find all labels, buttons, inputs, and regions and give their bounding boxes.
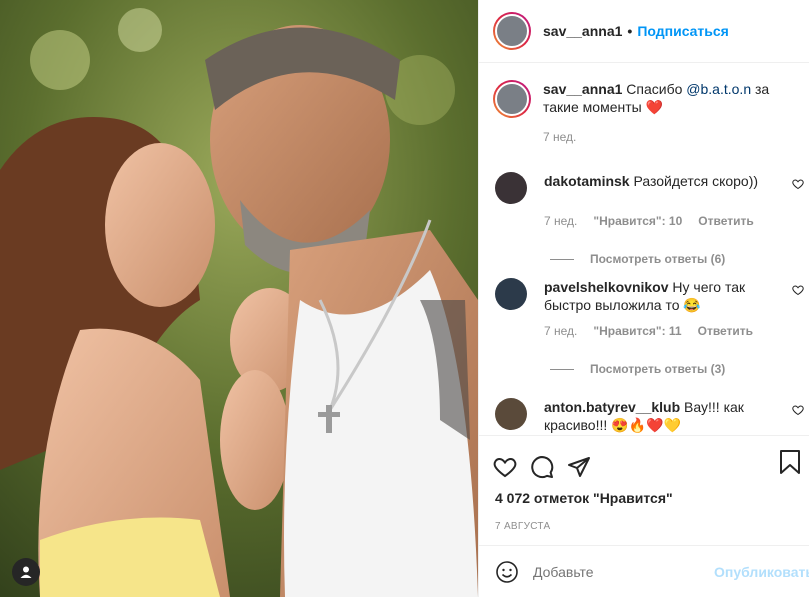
comment-item: anton.batyrev__klub Вау!!! как красиво!!… — [495, 398, 804, 434]
comment-item: dakotaminsk Разойдется скоро)) 7 нед. "Н… — [495, 172, 804, 266]
follow-button[interactable]: Подписаться — [637, 23, 729, 39]
comments-list[interactable]: sav__anna1 Спасибо @b.a.t.o.n за такие м… — [479, 64, 809, 435]
comment-composer: Опубликовать — [479, 545, 809, 597]
emoji-icon[interactable] — [495, 560, 519, 584]
comment-likes[interactable]: "Нравится": 11 — [593, 324, 681, 338]
share-icon[interactable] — [567, 455, 591, 479]
comment-age: 7 нед. — [544, 324, 578, 338]
heart-icon[interactable] — [493, 455, 517, 479]
header-separator: • — [627, 23, 633, 39]
comment-author[interactable]: dakotaminsk — [544, 173, 630, 189]
comment-avatar[interactable] — [495, 278, 527, 310]
comment-reply-button[interactable]: Ответить — [698, 214, 753, 228]
comment-avatar[interactable] — [495, 172, 527, 204]
likes-count[interactable]: 4 072 отметок "Нравится" — [479, 490, 809, 506]
bookmark-icon[interactable] — [779, 449, 801, 478]
caption-mention[interactable]: @b.a.t.o.n — [686, 81, 751, 97]
comment-reply-button[interactable]: Ответить — [698, 324, 753, 338]
user-tag-icon — [20, 566, 32, 578]
comment-text: Разойдется скоро)) — [633, 173, 759, 189]
action-icons — [479, 436, 809, 486]
caption-avatar[interactable] — [493, 80, 531, 118]
comment-likes[interactable]: "Нравится": 10 — [593, 214, 682, 228]
comment-input[interactable] — [533, 563, 714, 580]
caption: sav__anna1 Спасибо @b.a.t.o.n за такие м… — [493, 80, 793, 146]
view-replies-button[interactable]: Посмотреть ответы (6) — [550, 252, 795, 266]
comment-item: pavelshelkovnikov Ну чего так быстро выл… — [495, 278, 804, 376]
caption-author[interactable]: sav__anna1 — [543, 81, 622, 97]
user-tag-button[interactable] — [12, 558, 40, 586]
replies-divider — [550, 258, 574, 260]
author-avatar[interactable] — [493, 12, 531, 50]
caption-age: 7 нед. — [543, 130, 577, 144]
comment-like-heart-icon[interactable] — [792, 404, 804, 416]
post-image — [0, 0, 478, 597]
author-username[interactable]: sav__anna1 — [543, 23, 622, 39]
view-replies-label: Посмотреть ответы (6) — [590, 252, 726, 266]
comment-like-heart-icon[interactable] — [792, 284, 804, 296]
caption-text-before: Спасибо — [626, 81, 687, 97]
comment-age: 7 нед. — [544, 214, 578, 228]
publish-button[interactable]: Опубликовать — [714, 564, 809, 580]
post-photo[interactable] — [0, 0, 478, 597]
view-replies-button[interactable]: Посмотреть ответы (3) — [550, 362, 795, 376]
comment-like-heart-icon[interactable] — [792, 178, 804, 190]
post-header: sav__anna1 • Подписаться — [479, 0, 809, 63]
comment-avatar[interactable] — [495, 398, 527, 430]
replies-divider — [550, 368, 574, 370]
post-panel: sav__anna1 • Подписаться sav__anna1 Спас… — [478, 0, 809, 597]
comment-icon[interactable] — [530, 455, 554, 479]
comment-author[interactable]: pavelshelkovnikov — [544, 279, 669, 295]
post-actions: 4 072 отметок "Нравится" 7 АВГУСТА Опубл… — [479, 435, 809, 597]
post-date: 7 АВГУСТА — [495, 521, 551, 532]
comment-author[interactable]: anton.batyrev__klub — [544, 399, 680, 415]
view-replies-label: Посмотреть ответы (3) — [590, 362, 726, 376]
